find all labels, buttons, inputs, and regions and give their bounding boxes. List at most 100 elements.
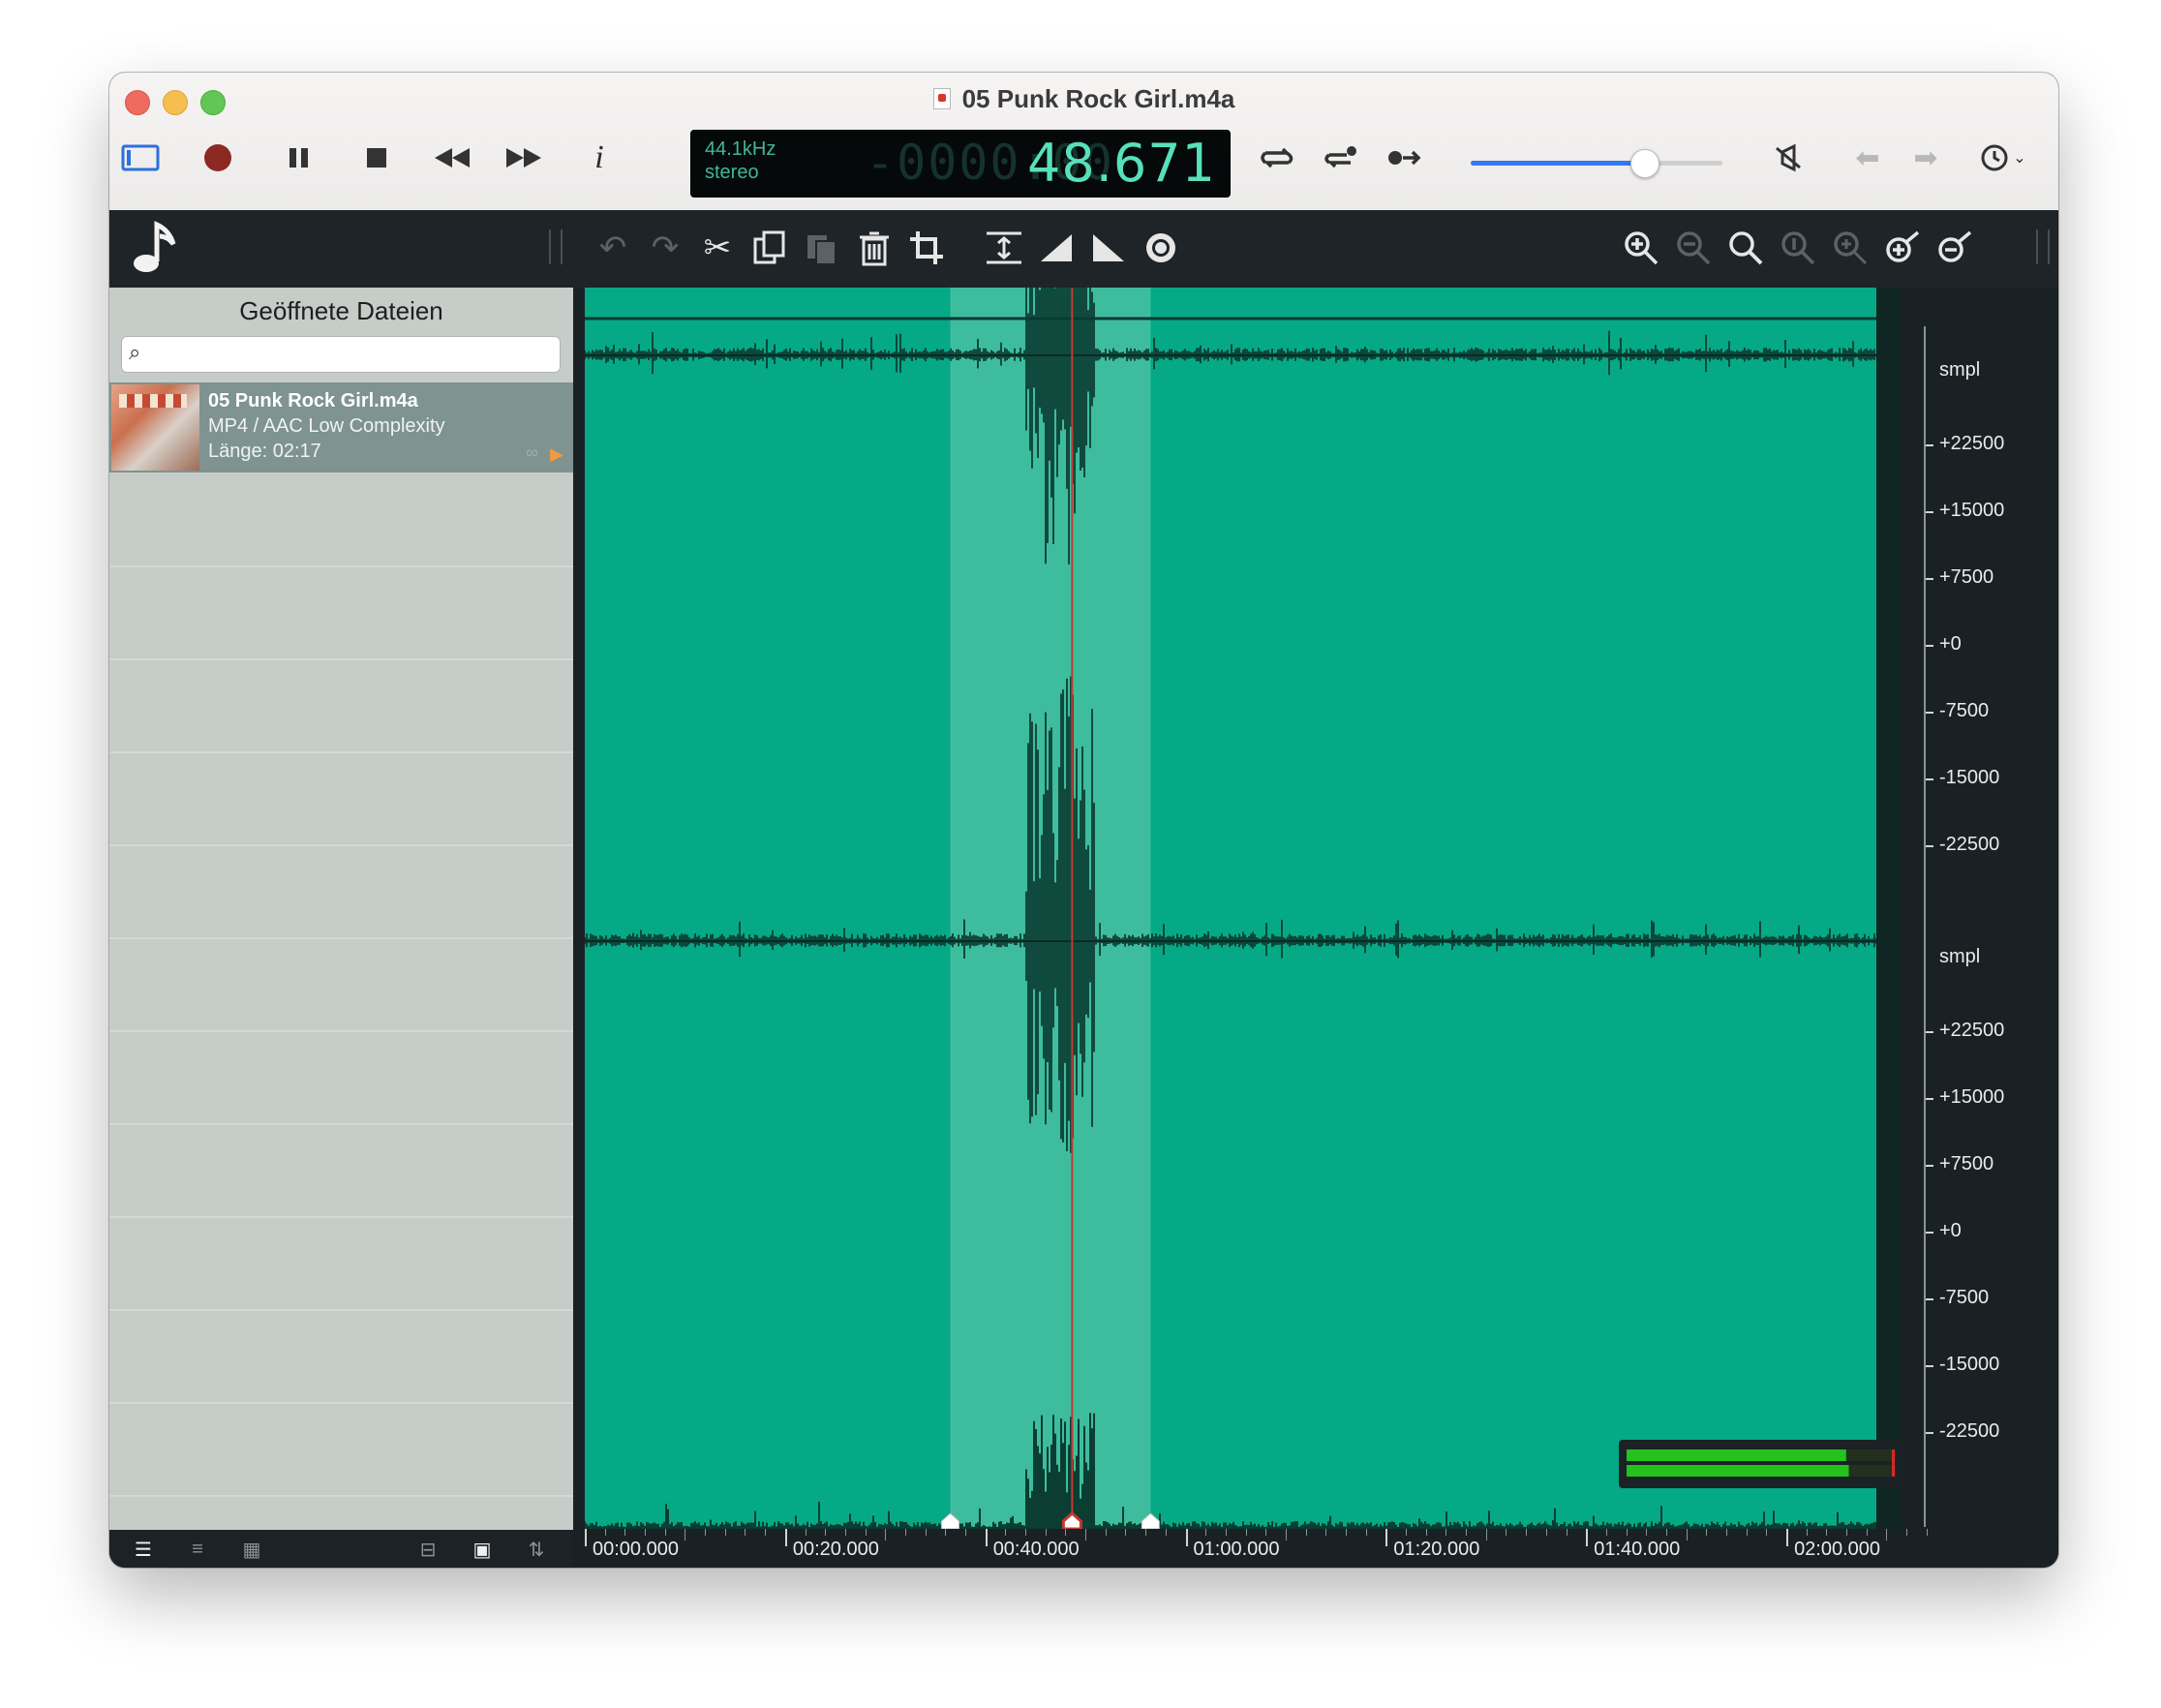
ruler-minor-tick [1826,1529,1828,1536]
amplitude-axis [1924,326,1926,1527]
ruler-minor-tick [1285,1529,1287,1540]
ruler-minor-tick [825,1529,827,1536]
samplerate-label: 44.1kHz [705,138,776,160]
fade-in-button[interactable] [1033,224,1080,272]
link-box-icon: ⊟ [419,1539,437,1561]
sidebar-bottom-bar: ☰ ≡ ▦ ⊟ ▣ ⇅ [109,1530,573,1568]
vertical-zoom-in-button[interactable] [1879,224,1926,272]
sort-button[interactable]: ⇅ [522,1536,551,1563]
chevron-down-icon: ⌄ [2013,150,2026,167]
list-separator [109,1123,573,1125]
ruler-minor-tick [645,1529,647,1536]
vertical-zoom-out-icon [1938,230,1972,262]
record-icon [204,144,231,171]
ruler-minor-tick [1626,1529,1628,1536]
normalize-button[interactable] [981,224,1027,272]
show-artwork-button[interactable]: ▣ [468,1536,497,1563]
play-to-end-button[interactable] [1380,137,1430,179]
volume-knob[interactable] [1630,149,1660,178]
fade-out-icon [1093,234,1124,261]
ruler-minor-tick [765,1529,767,1536]
ruler-minor-tick [664,1529,666,1536]
file-name: 05 Punk Rock Girl.m4a [208,390,418,412]
zoom-out-button[interactable] [1670,224,1717,272]
history-menu-button[interactable]: ⌄ [1968,137,2036,179]
link-files-button[interactable]: ⊟ [413,1536,442,1563]
meter-clip-indicator [1892,1449,1895,1477]
effects-button[interactable] [1138,224,1184,272]
forward-button[interactable]: ➡ [1901,137,1951,179]
undo-icon: ↶ [598,229,627,266]
redo-button[interactable]: ↷ [642,224,688,272]
waveform-panel: 00:00.000 00:20.000 00:40.000 01:00.000 01:2… [573,288,2058,1568]
record-button[interactable] [193,137,243,179]
list-separator [109,1495,573,1497]
ruler-minor-tick [1926,1529,1928,1536]
list-view-button[interactable]: ☰ [129,1536,158,1563]
trash-icon [860,231,889,266]
ruler-major-tick [784,1529,787,1546]
app-window: 05 Punk Rock Girl.m4a i 44.1kHz stereo -… [109,73,2058,1568]
volume-slider[interactable] [1471,149,1722,178]
fast-forward-button[interactable] [499,137,549,179]
time-ruler[interactable]: 00:00.000 00:20.000 00:40.000 01:00.000 01:2… [585,1529,1940,1568]
zoom-selection-button[interactable] [1827,224,1873,272]
zoom-out-icon [1677,231,1711,265]
crop-button[interactable] [903,224,950,272]
zoom-1to1-button[interactable] [1775,224,1821,272]
ruler-minor-tick [1906,1529,1908,1536]
grid-view-button[interactable]: ▦ [237,1536,266,1563]
zoom-fit-button[interactable] [1722,224,1769,272]
pause-button[interactable] [274,137,324,179]
amplitude-tick-label: -15000 [1939,767,2000,788]
ruler-minor-tick [1325,1529,1327,1536]
ruler-time-label: 01:00.000 [1193,1539,1280,1560]
file-format: MP4 / AAC Low Complexity [208,415,445,437]
file-list-item[interactable]: 05 Punk Rock Girl.m4a MP4 / AAC Low Comp… [109,382,573,473]
delete-button[interactable] [851,224,898,272]
undo-button[interactable]: ↶ [590,224,636,272]
paste-button[interactable] [799,224,845,272]
vertical-zoom-out-button[interactable] [1932,224,1978,272]
image-icon: ▣ [472,1539,492,1561]
ruler-minor-tick [1665,1529,1667,1536]
zoom-in-button[interactable] [1618,224,1664,272]
ruler-minor-tick [1265,1529,1267,1536]
back-button[interactable]: ⬅ [1842,137,1893,179]
copy-button[interactable] [746,224,793,272]
cut-button[interactable]: ✂ [694,224,741,272]
waveform-view[interactable] [585,288,1902,1529]
rewind-button[interactable] [427,137,477,179]
speaker-muted-icon [1776,143,1801,172]
amplitude-scale: smpl +22500 +15000 +7500 +0 -7500 -15000 -22500… [1924,288,2058,1529]
sidebar-title: Geöffnete Dateien [239,296,443,325]
amplitude-tick-label: +0 [1939,633,1962,655]
ruler-minor-tick [1466,1529,1468,1536]
copy-icon [753,230,785,264]
normalize-icon [987,231,1021,264]
toggle-sidebar-button[interactable] [115,137,166,179]
ruler-minor-tick [1225,1529,1227,1536]
monitor-toggle-button[interactable] [1763,137,1813,179]
ruler-minor-tick [1746,1529,1748,1536]
amplitude-unit-label: smpl [1939,946,1981,967]
rewind-icon [435,148,470,168]
compact-list-button[interactable]: ≡ [183,1536,212,1563]
document-icon [932,88,951,109]
loop-icon [1261,147,1294,168]
fade-out-button[interactable] [1085,224,1132,272]
play-from-position-icon [1388,150,1421,166]
sidebar-search-input[interactable] [121,336,561,373]
loop-button[interactable] [1252,137,1302,179]
info-button[interactable]: i [574,137,624,179]
ruler-minor-tick [1065,1529,1067,1536]
meter-right-bar [1627,1465,1849,1477]
ruler-minor-tick [1806,1529,1808,1536]
loop-selection-button[interactable] [1316,137,1366,179]
list-detail-icon: ☰ [135,1539,152,1561]
ruler-minor-tick [1846,1529,1848,1536]
ruler-time-label: 00:40.000 [992,1539,1080,1560]
ruler-major-tick [585,1529,587,1546]
stop-button[interactable] [351,137,402,179]
ruler-minor-tick [1886,1529,1888,1540]
